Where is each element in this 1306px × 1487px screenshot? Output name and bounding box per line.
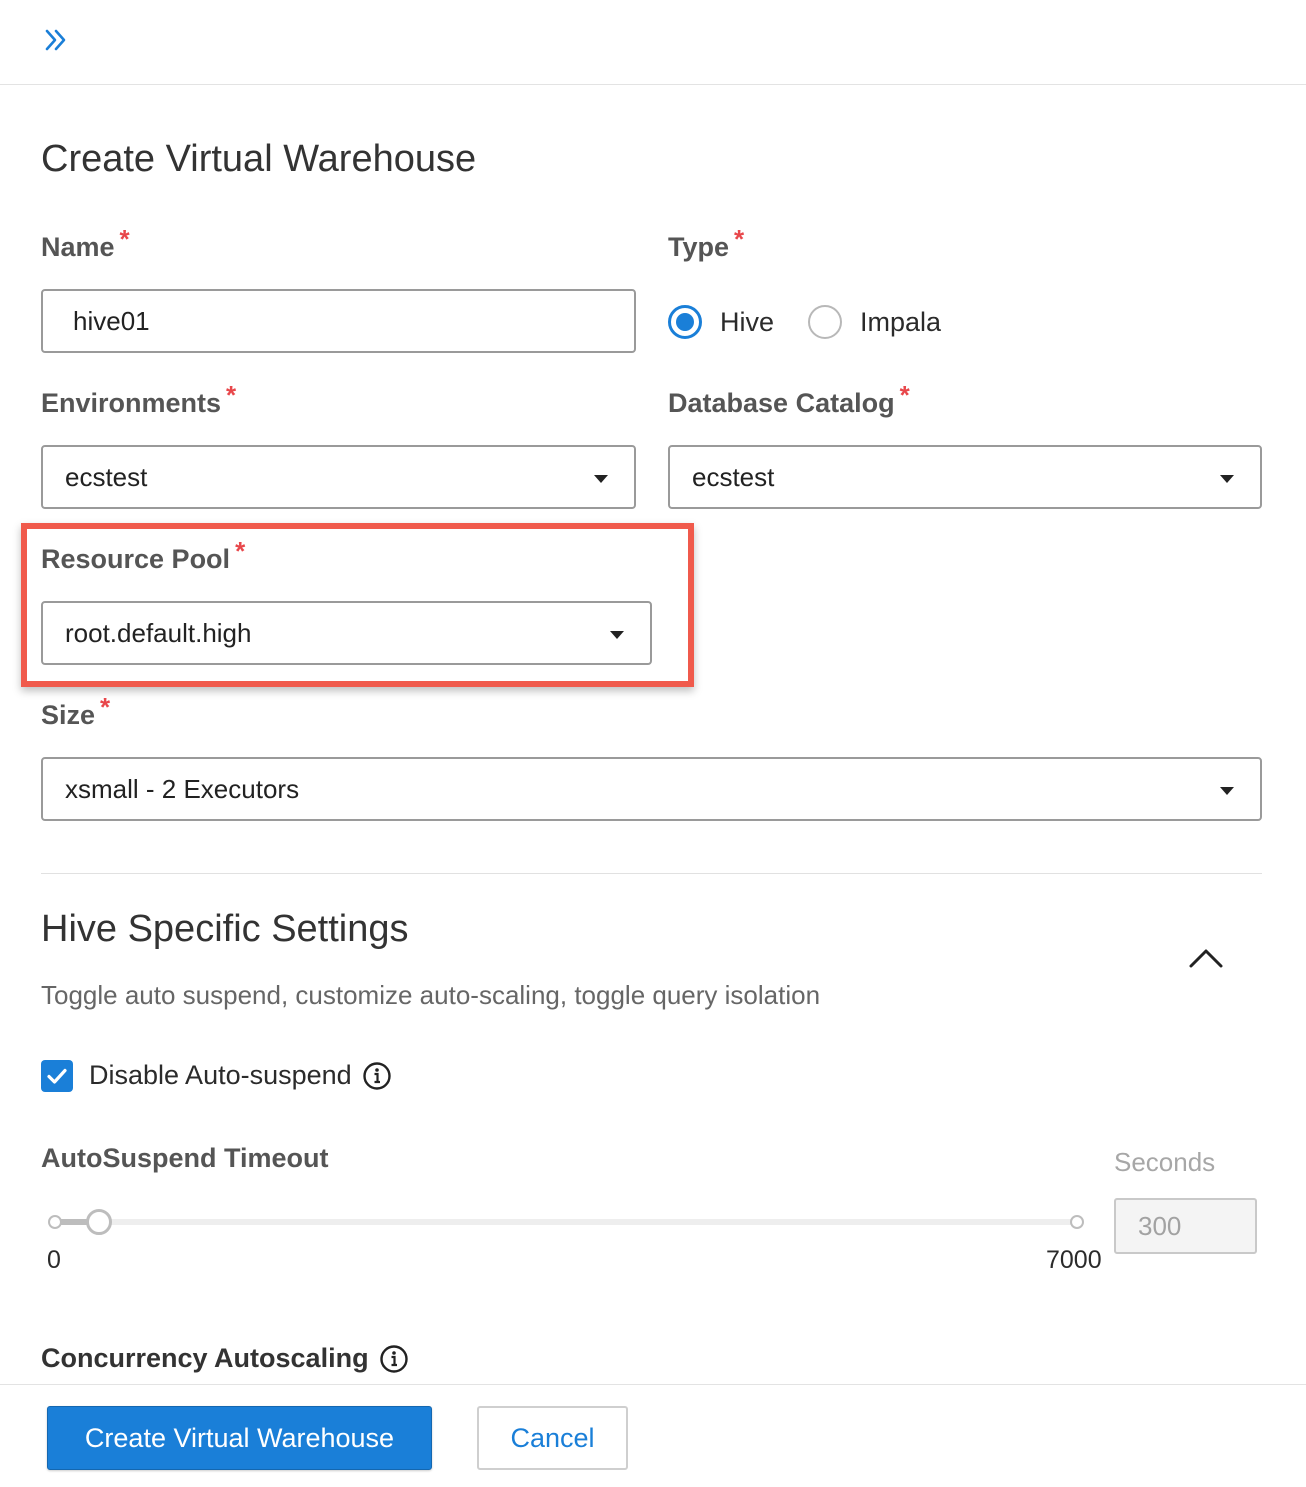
resource-pool-select-value: root.default.high xyxy=(65,617,252,648)
top-bar xyxy=(0,0,1306,85)
slider-min-dot xyxy=(48,1215,62,1229)
disable-auto-suspend-row: Disable Auto-suspend xyxy=(89,1060,392,1091)
info-icon[interactable] xyxy=(362,1061,392,1091)
resource-pool-label: Resource Pool * xyxy=(41,536,245,575)
concurrency-autoscaling-row: Concurrency Autoscaling xyxy=(41,1343,409,1374)
resource-pool-label-text: Resource Pool xyxy=(41,544,231,574)
seconds-label: Seconds xyxy=(1114,1147,1216,1177)
environments-select-value: ecstest xyxy=(65,461,148,492)
chevron-up-icon[interactable] xyxy=(1184,940,1228,974)
caret-down-icon xyxy=(610,631,624,639)
slider-min-label: 0 xyxy=(47,1246,61,1274)
type-label-text: Type xyxy=(668,232,730,262)
disable-auto-suspend-label[interactable]: Disable Auto-suspend xyxy=(89,1060,352,1091)
required-marker: * xyxy=(119,224,130,254)
slider-max-dot xyxy=(1070,1215,1084,1229)
page-title: Create Virtual Warehouse xyxy=(41,138,477,180)
size-label: Size * xyxy=(41,692,110,731)
caret-down-icon xyxy=(1220,475,1234,483)
hive-settings-description: Toggle auto suspend, customize auto-scal… xyxy=(41,980,821,1010)
database-catalog-select-value: ecstest xyxy=(692,461,775,492)
slider-track[interactable] xyxy=(55,1219,1077,1225)
database-catalog-label: Database Catalog * xyxy=(668,380,910,419)
radio-impala-label[interactable]: Impala xyxy=(860,307,941,338)
radio-hive[interactable] xyxy=(668,305,702,339)
type-label: Type * xyxy=(668,224,744,263)
double-chevron-right-icon[interactable] xyxy=(40,24,72,56)
environments-label: Environments * xyxy=(41,380,236,419)
caret-down-icon xyxy=(594,475,608,483)
size-select[interactable]: xsmall - 2 Executors xyxy=(41,757,1262,821)
required-marker: * xyxy=(100,692,111,722)
name-input[interactable]: hive01 xyxy=(41,289,636,353)
name-label-text: Name xyxy=(41,232,115,262)
autosuspend-seconds-input[interactable]: 300 xyxy=(1114,1198,1257,1254)
create-virtual-warehouse-button[interactable]: Create Virtual Warehouse xyxy=(47,1406,432,1470)
resource-pool-select[interactable]: root.default.high xyxy=(41,601,652,665)
autosuspend-seconds-value: 300 xyxy=(1138,1210,1182,1241)
hive-settings-title: Hive Specific Settings xyxy=(41,908,409,950)
database-catalog-select[interactable]: ecstest xyxy=(668,445,1262,509)
slider-max-label: 7000 xyxy=(1046,1246,1102,1274)
required-marker: * xyxy=(226,380,237,410)
name-input-value: hive01 xyxy=(73,305,150,336)
slider-thumb[interactable] xyxy=(86,1209,112,1235)
environments-label-text: Environments xyxy=(41,388,222,418)
radio-impala[interactable] xyxy=(808,305,842,339)
required-marker: * xyxy=(235,536,246,566)
section-divider xyxy=(41,873,1262,874)
info-icon[interactable] xyxy=(379,1344,409,1374)
size-label-text: Size xyxy=(41,700,96,730)
concurrency-autoscaling-label: Concurrency Autoscaling xyxy=(41,1343,369,1373)
name-label: Name * xyxy=(41,224,130,263)
cancel-button[interactable]: Cancel xyxy=(477,1406,628,1470)
disable-auto-suspend-checkbox[interactable] xyxy=(41,1060,73,1092)
database-catalog-label-text: Database Catalog xyxy=(668,388,895,418)
environments-select[interactable]: ecstest xyxy=(41,445,636,509)
required-marker: * xyxy=(734,224,745,254)
caret-down-icon xyxy=(1220,787,1234,795)
radio-hive-label[interactable]: Hive xyxy=(720,307,774,338)
autosuspend-timeout-label: AutoSuspend Timeout xyxy=(41,1143,329,1173)
required-marker: * xyxy=(899,380,910,410)
size-select-value: xsmall - 2 Executors xyxy=(65,773,300,804)
checkmark-icon xyxy=(47,1068,67,1084)
